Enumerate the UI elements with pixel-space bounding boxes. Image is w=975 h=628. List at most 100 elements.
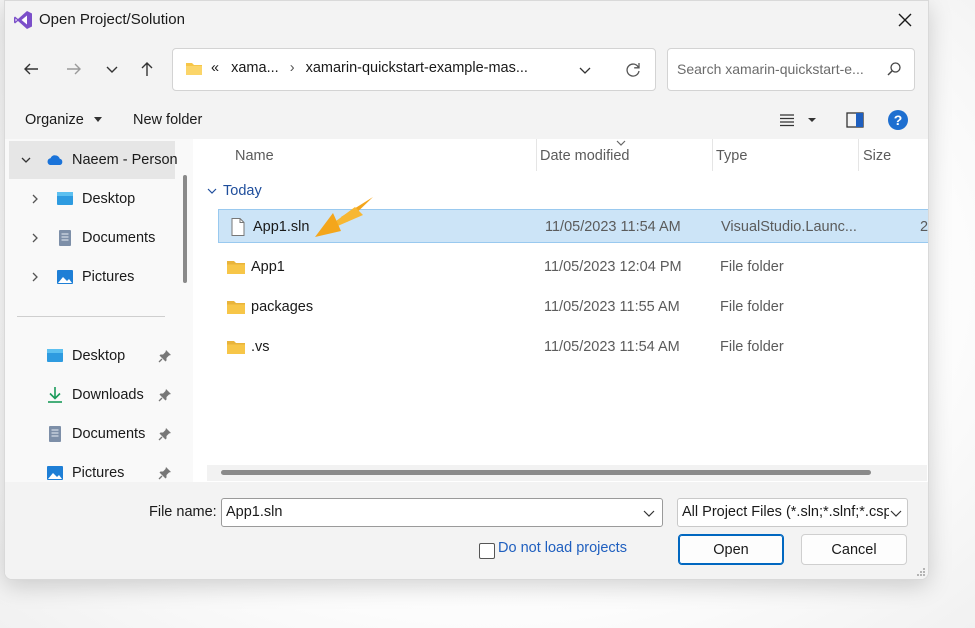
up-button[interactable] xyxy=(132,54,162,84)
nav-item-label: Desktop xyxy=(72,348,126,364)
column-divider[interactable] xyxy=(858,139,859,171)
nav-item-label: Documents xyxy=(82,230,156,246)
quick-access-documents[interactable]: Documents xyxy=(46,421,145,447)
do-not-load-projects-label[interactable]: Do not load projects xyxy=(498,540,627,556)
column-header-name[interactable]: Name xyxy=(235,148,274,164)
chevron-down-icon[interactable] xyxy=(577,62,593,78)
file-name-input[interactable]: App1.sln xyxy=(221,498,663,527)
arrow-left-icon xyxy=(24,63,38,75)
open-button[interactable]: Open xyxy=(678,534,784,565)
breadcrumb: « xama... › xamarin-quickstart-example-m… xyxy=(211,60,528,76)
column-header-size[interactable]: Size xyxy=(863,148,891,164)
chevron-right-icon[interactable] xyxy=(29,232,41,244)
preview-pane-icon[interactable] xyxy=(845,110,865,130)
folder-icon xyxy=(227,301,245,314)
nav-item-desktop[interactable]: Desktop xyxy=(56,186,135,212)
nav-item-onedrive[interactable]: Naeem - Person xyxy=(46,147,178,173)
file-date: 11/05/2023 11:55 AM xyxy=(544,299,680,315)
breadcrumb-overflow[interactable]: « xyxy=(211,60,219,76)
chevron-down-icon xyxy=(106,66,118,73)
nav-item-label: Naeem - Person xyxy=(72,152,178,168)
open-project-dialog: Open Project/Solution « xama... › xamari… xyxy=(4,0,929,580)
new-folder-button[interactable]: New folder xyxy=(133,112,202,128)
chevron-down-icon[interactable] xyxy=(20,154,32,166)
close-icon[interactable] xyxy=(892,7,918,33)
nav-item-pictures[interactable]: Pictures xyxy=(56,264,134,290)
breadcrumb-separator: › xyxy=(289,60,295,76)
file-date: 11/05/2023 12:04 PM xyxy=(544,259,682,275)
nav-divider xyxy=(17,316,165,317)
file-type: File folder xyxy=(720,259,784,275)
pin-icon[interactable] xyxy=(158,466,172,480)
nav-item-label: Downloads xyxy=(72,387,144,403)
breadcrumb-item[interactable]: xamarin-quickstart-example-mas... xyxy=(306,60,528,76)
pin-icon[interactable] xyxy=(158,388,172,402)
arrow-up-icon xyxy=(141,62,153,76)
address-bar[interactable]: « xama... › xamarin-quickstart-example-m… xyxy=(172,48,656,91)
file-name-label: File name: xyxy=(149,504,217,520)
file-row-vs[interactable]: .vs 11/05/2023 11:54 AM File folder xyxy=(217,330,928,364)
documents-icon xyxy=(59,230,71,246)
chevron-right-icon[interactable] xyxy=(29,193,41,205)
pin-icon[interactable] xyxy=(158,349,172,363)
file-name: App1 xyxy=(251,259,285,275)
organize-menu[interactable]: Organize xyxy=(25,112,102,128)
chevron-down-icon[interactable] xyxy=(889,506,903,520)
cancel-button[interactable]: Cancel xyxy=(801,534,907,565)
forward-button[interactable] xyxy=(59,54,89,84)
resize-grip-icon[interactable] xyxy=(916,567,926,577)
column-header-type[interactable]: Type xyxy=(716,148,747,164)
file-row-packages[interactable]: packages 11/05/2023 11:55 AM File folder xyxy=(217,290,928,324)
pin-icon[interactable] xyxy=(158,427,172,441)
search-input[interactable]: Search xamarin-quickstart-e... xyxy=(667,48,915,91)
file-row-app1[interactable]: App1 11/05/2023 12:04 PM File folder xyxy=(217,250,928,284)
refresh-icon[interactable] xyxy=(623,60,643,80)
pictures-icon xyxy=(47,466,63,480)
column-divider[interactable] xyxy=(536,139,537,171)
nav-scrollbar[interactable] xyxy=(183,175,187,283)
visual-studio-logo-icon xyxy=(14,11,32,29)
nav-item-documents[interactable]: Documents xyxy=(56,225,155,251)
back-button[interactable] xyxy=(16,54,46,84)
column-divider[interactable] xyxy=(712,139,713,171)
breadcrumb-item[interactable]: xama... xyxy=(231,60,279,76)
quick-access-downloads[interactable]: Downloads xyxy=(46,382,144,408)
chevron-down-icon xyxy=(207,188,217,194)
annotation-arrow-icon xyxy=(315,197,373,237)
search-icon xyxy=(887,62,901,76)
view-options-icon[interactable] xyxy=(777,110,817,130)
file-size: 2 xyxy=(920,219,929,235)
cloud-icon xyxy=(47,155,63,165)
column-header-date[interactable]: Date modified xyxy=(540,148,629,164)
nav-item-label: Pictures xyxy=(72,465,125,481)
command-bar: Organize New folder ? xyxy=(5,101,928,139)
chevron-down-icon[interactable] xyxy=(642,506,656,520)
group-header-today[interactable]: Today xyxy=(207,183,262,199)
help-icon[interactable]: ? xyxy=(887,109,909,131)
search-placeholder: Search xamarin-quickstart-e... xyxy=(677,61,864,77)
nav-item-label: Pictures xyxy=(82,269,135,285)
folder-icon xyxy=(227,261,245,274)
address-row: « xama... › xamarin-quickstart-example-m… xyxy=(5,39,928,101)
quick-access-desktop[interactable]: Desktop xyxy=(46,343,125,369)
horizontal-scrollbar[interactable] xyxy=(221,470,871,475)
svg-text:?: ? xyxy=(894,112,903,128)
sort-chevron-icon xyxy=(616,140,626,146)
file-name: .vs xyxy=(251,339,270,355)
do-not-load-projects-checkbox[interactable] xyxy=(479,543,495,559)
pictures-icon xyxy=(57,270,73,284)
file-name: App1.sln xyxy=(253,219,310,235)
file-icon xyxy=(231,218,245,236)
file-type: VisualStudio.Launc... xyxy=(721,219,857,235)
recent-locations-button[interactable] xyxy=(97,54,127,84)
dialog-footer: File name: App1.sln All Project Files (*… xyxy=(5,482,928,579)
file-type: File folder xyxy=(720,299,784,315)
caret-down-icon xyxy=(93,117,102,123)
file-type-filter[interactable]: All Project Files (*.sln;*.slnf;*.csp xyxy=(677,498,908,527)
chevron-right-icon[interactable] xyxy=(29,271,41,283)
file-date: 11/05/2023 11:54 AM xyxy=(545,219,681,235)
navigation-pane: Naeem - Person Desktop Documents Picture… xyxy=(5,139,193,482)
window-title: Open Project/Solution xyxy=(39,11,185,28)
quick-access-pictures[interactable]: Pictures xyxy=(46,460,124,482)
documents-icon xyxy=(49,426,61,442)
